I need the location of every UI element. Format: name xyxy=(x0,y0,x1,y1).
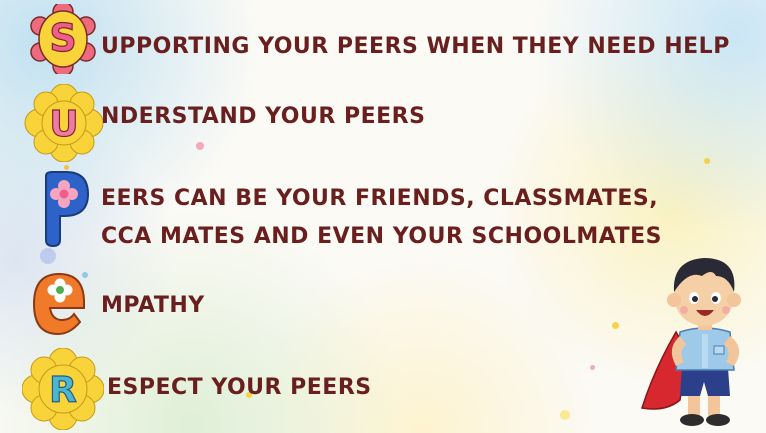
letter-p: P xyxy=(38,170,39,171)
speckle xyxy=(196,142,204,150)
superhero-boy-illustration xyxy=(641,258,741,426)
letter-e-badge: e xyxy=(30,266,85,336)
line-peers-2: CCA MATES AND EVEN YOUR SCHOOLMATES xyxy=(101,224,662,249)
speckle xyxy=(704,158,710,164)
line-supporting: UPPORTING YOUR PEERS WHEN THEY NEED HELP xyxy=(101,34,730,59)
letter-u-badge: U xyxy=(24,84,104,162)
letter-r-badge: R xyxy=(22,348,104,430)
line-peers-1: EERS CAN BE YOUR FRIENDS, CLASSMATES, xyxy=(101,186,659,211)
line-respect: ESPECT YOUR PEERS xyxy=(107,375,372,400)
line-empathy: MPATHY xyxy=(101,293,205,318)
letter-p-badge: P xyxy=(38,170,90,248)
letter-s-badge: S xyxy=(30,4,96,74)
letter-e: e xyxy=(30,266,31,267)
slide: S UPPORTING YOUR PEERS WHEN THEY NEED HE… xyxy=(0,0,766,433)
speckle xyxy=(40,248,56,264)
letter-u: U xyxy=(49,104,78,145)
speckle xyxy=(612,322,619,329)
line-understand: NDERSTAND YOUR PEERS xyxy=(101,104,426,129)
speckle xyxy=(590,365,595,370)
letter-s: S xyxy=(49,16,76,60)
letter-r: R xyxy=(49,370,77,411)
speckle xyxy=(560,410,570,420)
